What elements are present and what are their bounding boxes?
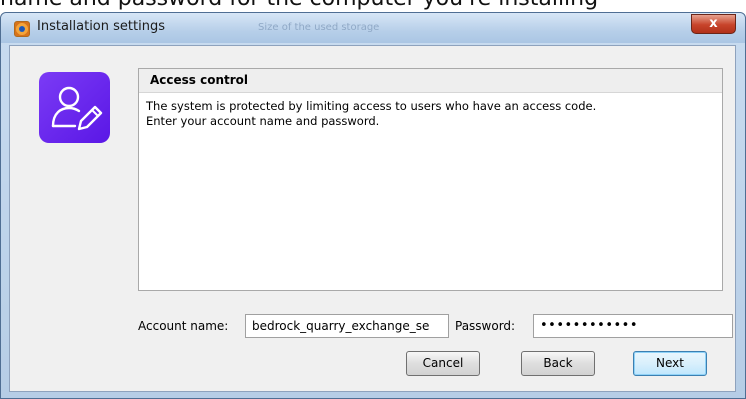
access-control-panel: Access control The system is protected b…	[138, 68, 723, 291]
window-title: Installation settings	[37, 19, 165, 34]
panel-header: Access control	[139, 69, 722, 93]
panel-title: Access control	[150, 73, 249, 87]
installer-icon	[14, 21, 30, 37]
account-name-label: Account name:	[138, 319, 229, 333]
title-bar[interactable]: Installation settings Size of the used s…	[1, 13, 745, 43]
close-button[interactable]: x	[691, 14, 736, 34]
cancel-button[interactable]: Cancel	[406, 351, 480, 376]
dialog-body: Access control The system is protected b…	[9, 45, 736, 392]
back-button[interactable]: Back	[521, 351, 595, 376]
account-name-input[interactable]: bedrock_quarry_exchange_se	[245, 314, 449, 338]
installation-settings-dialog: Installation settings Size of the used s…	[0, 12, 746, 399]
panel-description-line: The system is protected by limiting acce…	[146, 99, 597, 113]
password-label: Password:	[455, 319, 516, 333]
user-edit-icon	[39, 72, 110, 143]
title-bar-ghost-text: Size of the used storage	[258, 22, 380, 33]
password-input[interactable]: ••••••••••••	[533, 314, 733, 338]
background-window-text: name and password for the computer you'r…	[0, 0, 746, 12]
close-icon: x	[709, 16, 718, 31]
panel-description-line: Enter your account name and password.	[146, 114, 380, 128]
next-button[interactable]: Next	[633, 351, 707, 376]
